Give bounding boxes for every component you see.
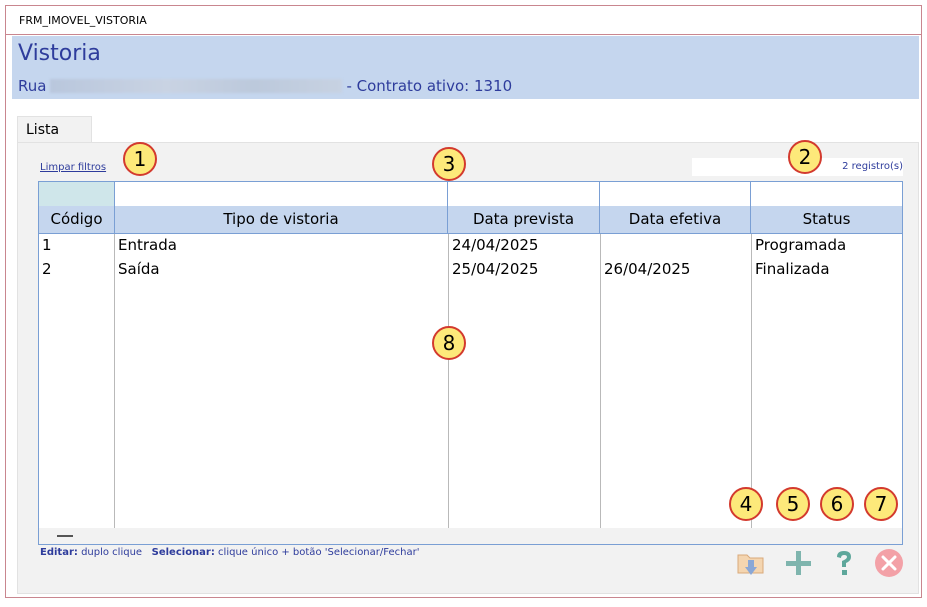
hint-edit-text: duplo clique bbox=[81, 547, 143, 558]
property-address: Rua - Contrato ativo: 1310 bbox=[18, 77, 512, 95]
table-row[interactable]: 2 Saída 25/04/2025 26/04/2025 Finalizada bbox=[39, 258, 902, 282]
close-button[interactable] bbox=[873, 547, 905, 579]
add-button[interactable] bbox=[782, 547, 814, 579]
hint-select-text: clique único + botão 'Selecionar/Fechar' bbox=[218, 547, 420, 558]
vistoria-grid: Código Tipo de vistoria Data prevista Da… bbox=[38, 181, 903, 545]
scrollbar-thumb[interactable] bbox=[57, 535, 73, 537]
filter-row bbox=[39, 182, 902, 206]
cell-status: Finalizada bbox=[755, 260, 830, 278]
horizontal-scrollbar[interactable] bbox=[39, 528, 902, 544]
column-header-data-prevista[interactable]: Data prevista bbox=[448, 206, 600, 233]
filter-tipo[interactable] bbox=[115, 182, 448, 206]
filter-codigo[interactable] bbox=[39, 182, 115, 206]
cell-data-prevista: 24/04/2025 bbox=[452, 236, 539, 254]
annotation-marker: 2 bbox=[788, 140, 822, 174]
close-circle-icon bbox=[875, 549, 903, 577]
filter-data-prevista[interactable] bbox=[448, 182, 600, 206]
record-count: 2 registro(s) bbox=[842, 161, 903, 172]
column-header-status[interactable]: Status bbox=[751, 206, 902, 233]
column-headers: Código Tipo de vistoria Data prevista Da… bbox=[39, 206, 902, 234]
annotation-marker: 3 bbox=[432, 147, 466, 181]
usage-hint: Editar: duplo clique Selecionar: clique … bbox=[40, 547, 419, 558]
window-title: FRM_IMOVEL_VISTORIA bbox=[19, 14, 147, 27]
column-header-data-efetiva[interactable]: Data efetiva bbox=[600, 206, 751, 233]
cell-data-efetiva: 26/04/2025 bbox=[604, 260, 691, 278]
cell-codigo: 2 bbox=[42, 260, 52, 278]
help-button[interactable] bbox=[828, 547, 860, 579]
contract-info: - Contrato ativo: 1310 bbox=[346, 77, 513, 95]
column-header-codigo[interactable]: Código bbox=[39, 206, 115, 233]
annotation-marker: 1 bbox=[123, 142, 157, 176]
annotation-marker: 6 bbox=[820, 487, 854, 521]
cell-codigo: 1 bbox=[42, 236, 52, 254]
filter-status[interactable] bbox=[751, 182, 902, 206]
hint-select-label: Selecionar: bbox=[151, 547, 215, 558]
grid-body: 1 Entrada 24/04/2025 Programada 2 Saída … bbox=[39, 234, 902, 528]
filter-data-efetiva[interactable] bbox=[600, 182, 751, 206]
tab-strip: Lista bbox=[12, 106, 919, 143]
tab-lista[interactable]: Lista bbox=[17, 116, 92, 143]
table-row[interactable]: 1 Entrada 24/04/2025 Programada bbox=[39, 234, 902, 258]
cell-tipo: Entrada bbox=[118, 236, 177, 254]
form-header: Vistoria Rua - Contrato ativo: 1310 bbox=[12, 36, 919, 99]
folder-download-icon bbox=[737, 554, 764, 575]
annotation-marker: 7 bbox=[864, 487, 898, 521]
address-redacted bbox=[50, 79, 343, 93]
column-header-tipo[interactable]: Tipo de vistoria bbox=[115, 206, 448, 233]
question-icon bbox=[837, 551, 851, 575]
cell-data-prevista: 25/04/2025 bbox=[452, 260, 539, 278]
cell-status: Programada bbox=[755, 236, 847, 254]
tab-panel: Limpar filtros 2 registro(s) Código Tipo… bbox=[17, 142, 919, 594]
annotation-marker: 8 bbox=[432, 326, 466, 360]
cell-tipo: Saída bbox=[118, 260, 160, 278]
page-title: Vistoria bbox=[18, 41, 101, 66]
title-bar: FRM_IMOVEL_VISTORIA bbox=[6, 6, 921, 35]
annotation-marker: 5 bbox=[776, 487, 810, 521]
address-prefix: Rua bbox=[18, 77, 47, 95]
export-button[interactable] bbox=[735, 547, 767, 579]
plus-icon bbox=[786, 551, 811, 575]
clear-filters-link[interactable]: Limpar filtros bbox=[40, 162, 106, 173]
annotation-marker: 4 bbox=[729, 487, 763, 521]
hint-edit-label: Editar: bbox=[40, 547, 78, 558]
